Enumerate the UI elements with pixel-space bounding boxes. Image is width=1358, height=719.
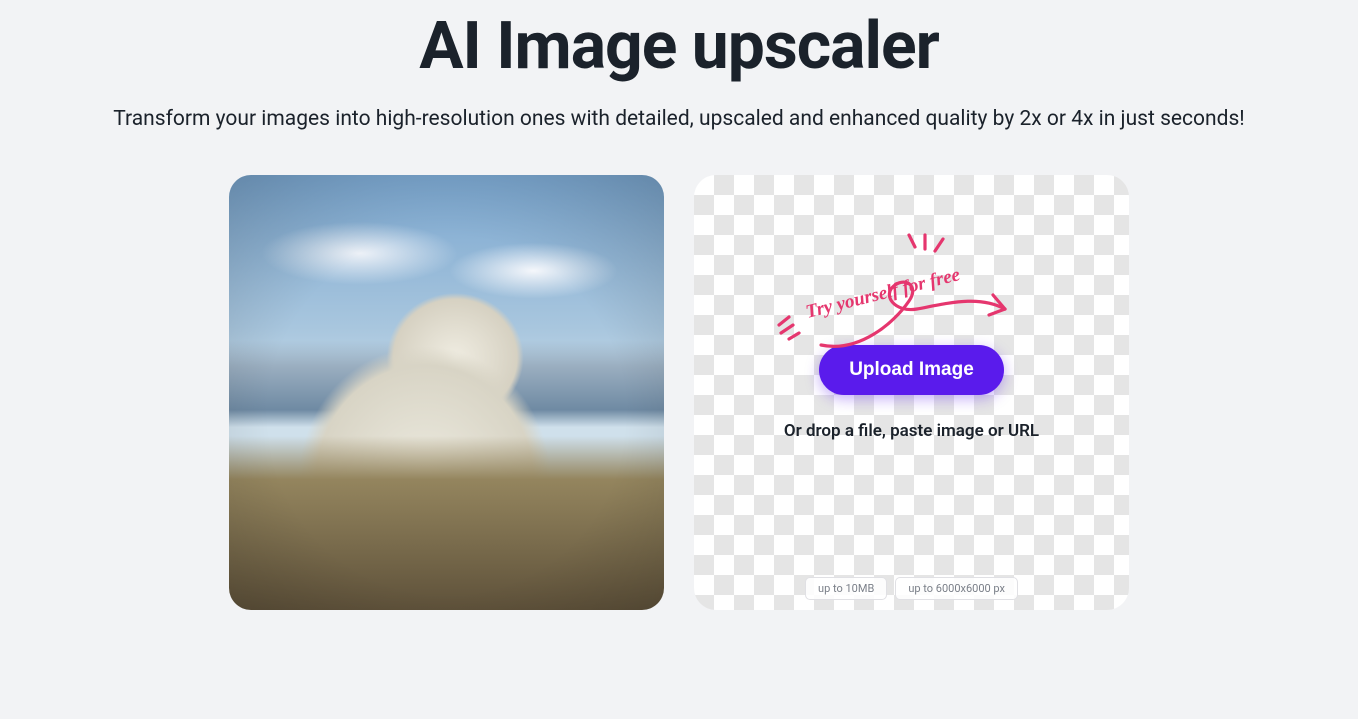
upload-dropzone[interactable]: Upload Image Or drop a file, paste image… xyxy=(694,175,1129,610)
upload-limits: up to 10MB up to 6000x6000 px xyxy=(694,577,1129,600)
drop-instruction: Or drop a file, paste image or URL xyxy=(784,421,1039,441)
limit-dimensions-chip: up to 6000x6000 px xyxy=(895,577,1018,600)
panels-row: Try yourself for free Upload Image Or dr… xyxy=(229,175,1129,610)
page-subtitle: Transform your images into high-resoluti… xyxy=(113,107,1244,131)
limit-size-chip: up to 10MB xyxy=(805,577,887,600)
upload-image-button[interactable]: Upload Image xyxy=(819,345,1004,395)
page-title: AI Image upscaler xyxy=(419,12,939,81)
example-image xyxy=(229,175,664,610)
